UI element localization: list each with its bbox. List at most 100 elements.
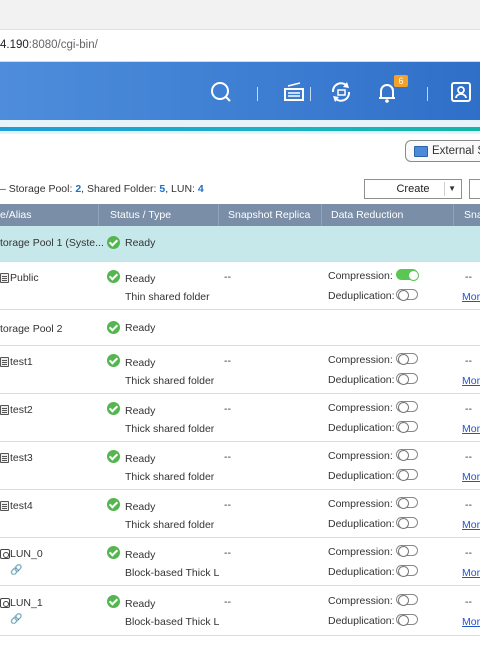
more-link[interactable]: Mor bbox=[462, 567, 480, 579]
compression-toggle[interactable] bbox=[396, 269, 419, 281]
compression-toggle[interactable] bbox=[396, 545, 418, 557]
header-divider bbox=[257, 87, 258, 101]
table-row[interactable]: test4 Ready Thick shared folder -- Compr… bbox=[0, 490, 480, 538]
compression-label: Compression: bbox=[328, 450, 393, 462]
summary-lun-label: , LUN: bbox=[165, 183, 198, 195]
header-reduction[interactable]: Data Reduction bbox=[331, 209, 403, 221]
header-status[interactable]: Status / Type bbox=[110, 209, 171, 221]
pool-status: Ready bbox=[125, 237, 156, 249]
table-row[interactable]: Public Ready Thin shared folder -- Compr… bbox=[0, 262, 480, 310]
item-name: test4 bbox=[10, 500, 33, 512]
create-dropdown[interactable]: Create ▼ bbox=[364, 179, 462, 199]
item-type: Block-based Thick L bbox=[125, 567, 220, 579]
sync-icon[interactable] bbox=[327, 78, 355, 106]
item-snapshot: -- bbox=[224, 499, 231, 511]
drive-icon bbox=[414, 146, 428, 157]
compression-label: Compression: bbox=[328, 354, 393, 366]
more-link[interactable]: Mor bbox=[462, 291, 480, 303]
item-extra: -- bbox=[465, 451, 472, 463]
external-storage-button[interactable]: External S bbox=[405, 140, 480, 162]
pool-name: torage Pool 2 bbox=[0, 323, 63, 335]
item-extra: -- bbox=[465, 499, 472, 511]
external-storage-label: External S bbox=[432, 145, 480, 157]
more-link[interactable]: Mor bbox=[462, 616, 480, 628]
notification-badge: 6 bbox=[394, 75, 408, 87]
compression-toggle[interactable] bbox=[396, 449, 418, 461]
compression-toggle[interactable] bbox=[396, 497, 418, 509]
item-snapshot: -- bbox=[224, 403, 231, 415]
header-extra[interactable]: Sna bbox=[464, 209, 480, 221]
compression-label: Compression: bbox=[328, 402, 393, 414]
table-row-pool[interactable]: torage Pool 2 Ready bbox=[0, 310, 480, 346]
item-type: Thick shared folder bbox=[125, 423, 215, 435]
table-row-pool[interactable]: torage Pool 1 (Syste... Ready bbox=[0, 226, 480, 262]
link-icon[interactable]: 🔗 bbox=[10, 614, 22, 625]
deduplication-toggle[interactable] bbox=[396, 373, 418, 385]
header-snapshot[interactable]: Snapshot Replica bbox=[228, 209, 310, 221]
table-row[interactable]: LUN_1 🔗 Ready Block-based Thick L -- Com… bbox=[0, 586, 480, 636]
deduplication-toggle[interactable] bbox=[396, 421, 418, 433]
deduplication-toggle[interactable] bbox=[396, 517, 418, 529]
item-snapshot: -- bbox=[224, 596, 231, 608]
check-icon bbox=[107, 498, 120, 511]
item-name: test3 bbox=[10, 452, 33, 464]
header-divider bbox=[218, 204, 219, 226]
check-icon bbox=[107, 546, 120, 559]
more-link[interactable]: Mor bbox=[462, 519, 480, 531]
shared-folder-icon bbox=[0, 501, 9, 511]
lun-icon bbox=[0, 598, 10, 608]
deduplication-toggle[interactable] bbox=[396, 614, 418, 626]
check-icon bbox=[107, 270, 120, 283]
item-status: Ready bbox=[125, 273, 156, 285]
item-type: Block-based Thick L bbox=[125, 616, 220, 628]
toolbar-button-cutoff[interactable] bbox=[469, 179, 480, 199]
user-icon[interactable] bbox=[447, 78, 475, 106]
url-text[interactable]: 4.190:8080/cgi-bin/ bbox=[0, 39, 98, 51]
table-row[interactable]: test2 Ready Thick shared folder -- Compr… bbox=[0, 394, 480, 442]
create-divider bbox=[444, 182, 445, 196]
deduplication-toggle[interactable] bbox=[396, 289, 418, 301]
item-status: Ready bbox=[125, 453, 156, 465]
compression-label: Compression: bbox=[328, 498, 393, 510]
deduplication-label: Deduplication: bbox=[328, 470, 395, 482]
item-status: Ready bbox=[125, 598, 156, 610]
address-bar[interactable]: 4.190:8080/cgi-bin/ bbox=[0, 30, 480, 62]
item-snapshot: -- bbox=[224, 547, 231, 559]
item-extra: -- bbox=[465, 403, 472, 415]
deduplication-label: Deduplication: bbox=[328, 566, 395, 578]
url-host: 4.190 bbox=[0, 39, 29, 51]
compression-toggle[interactable] bbox=[396, 594, 418, 606]
link-icon[interactable]: 🔗 bbox=[10, 565, 22, 576]
more-link[interactable]: Mor bbox=[462, 375, 480, 387]
compression-toggle[interactable] bbox=[396, 353, 418, 365]
pool-name: torage Pool 1 (Syste... bbox=[0, 237, 104, 249]
more-link[interactable]: Mor bbox=[462, 471, 480, 483]
shared-folder-icon bbox=[0, 357, 9, 367]
storage-summary: – Storage Pool: 2, Shared Folder: 5, LUN… bbox=[0, 183, 204, 195]
header-name[interactable]: e/Alias bbox=[0, 209, 32, 221]
compression-toggle[interactable] bbox=[396, 401, 418, 413]
more-link[interactable]: Mor bbox=[462, 423, 480, 435]
shared-folder-icon bbox=[0, 405, 9, 415]
table-row[interactable]: test1 Ready Thick shared folder -- Compr… bbox=[0, 346, 480, 394]
item-extra: -- bbox=[465, 355, 472, 367]
table-row[interactable]: LUN_0 🔗 Ready Block-based Thick L -- Com… bbox=[0, 538, 480, 586]
header-divider bbox=[453, 204, 454, 226]
deduplication-toggle[interactable] bbox=[396, 469, 418, 481]
tasks-icon[interactable] bbox=[280, 78, 308, 106]
item-name: test2 bbox=[10, 404, 33, 416]
deduplication-toggle[interactable] bbox=[396, 565, 418, 577]
check-icon bbox=[107, 354, 120, 367]
item-status: Ready bbox=[125, 501, 156, 513]
check-icon bbox=[107, 321, 120, 334]
item-name: test1 bbox=[10, 356, 33, 368]
item-name: LUN_1 bbox=[10, 597, 43, 609]
deduplication-label: Deduplication: bbox=[328, 290, 395, 302]
chevron-down-icon[interactable]: ▼ bbox=[448, 180, 456, 198]
item-snapshot: -- bbox=[224, 355, 231, 367]
compression-label: Compression: bbox=[328, 546, 393, 558]
pool-status: Ready bbox=[125, 322, 156, 334]
table-row[interactable]: test3 Ready Thick shared folder -- Compr… bbox=[0, 442, 480, 490]
item-extra: -- bbox=[465, 596, 472, 608]
search-icon[interactable] bbox=[207, 78, 235, 106]
